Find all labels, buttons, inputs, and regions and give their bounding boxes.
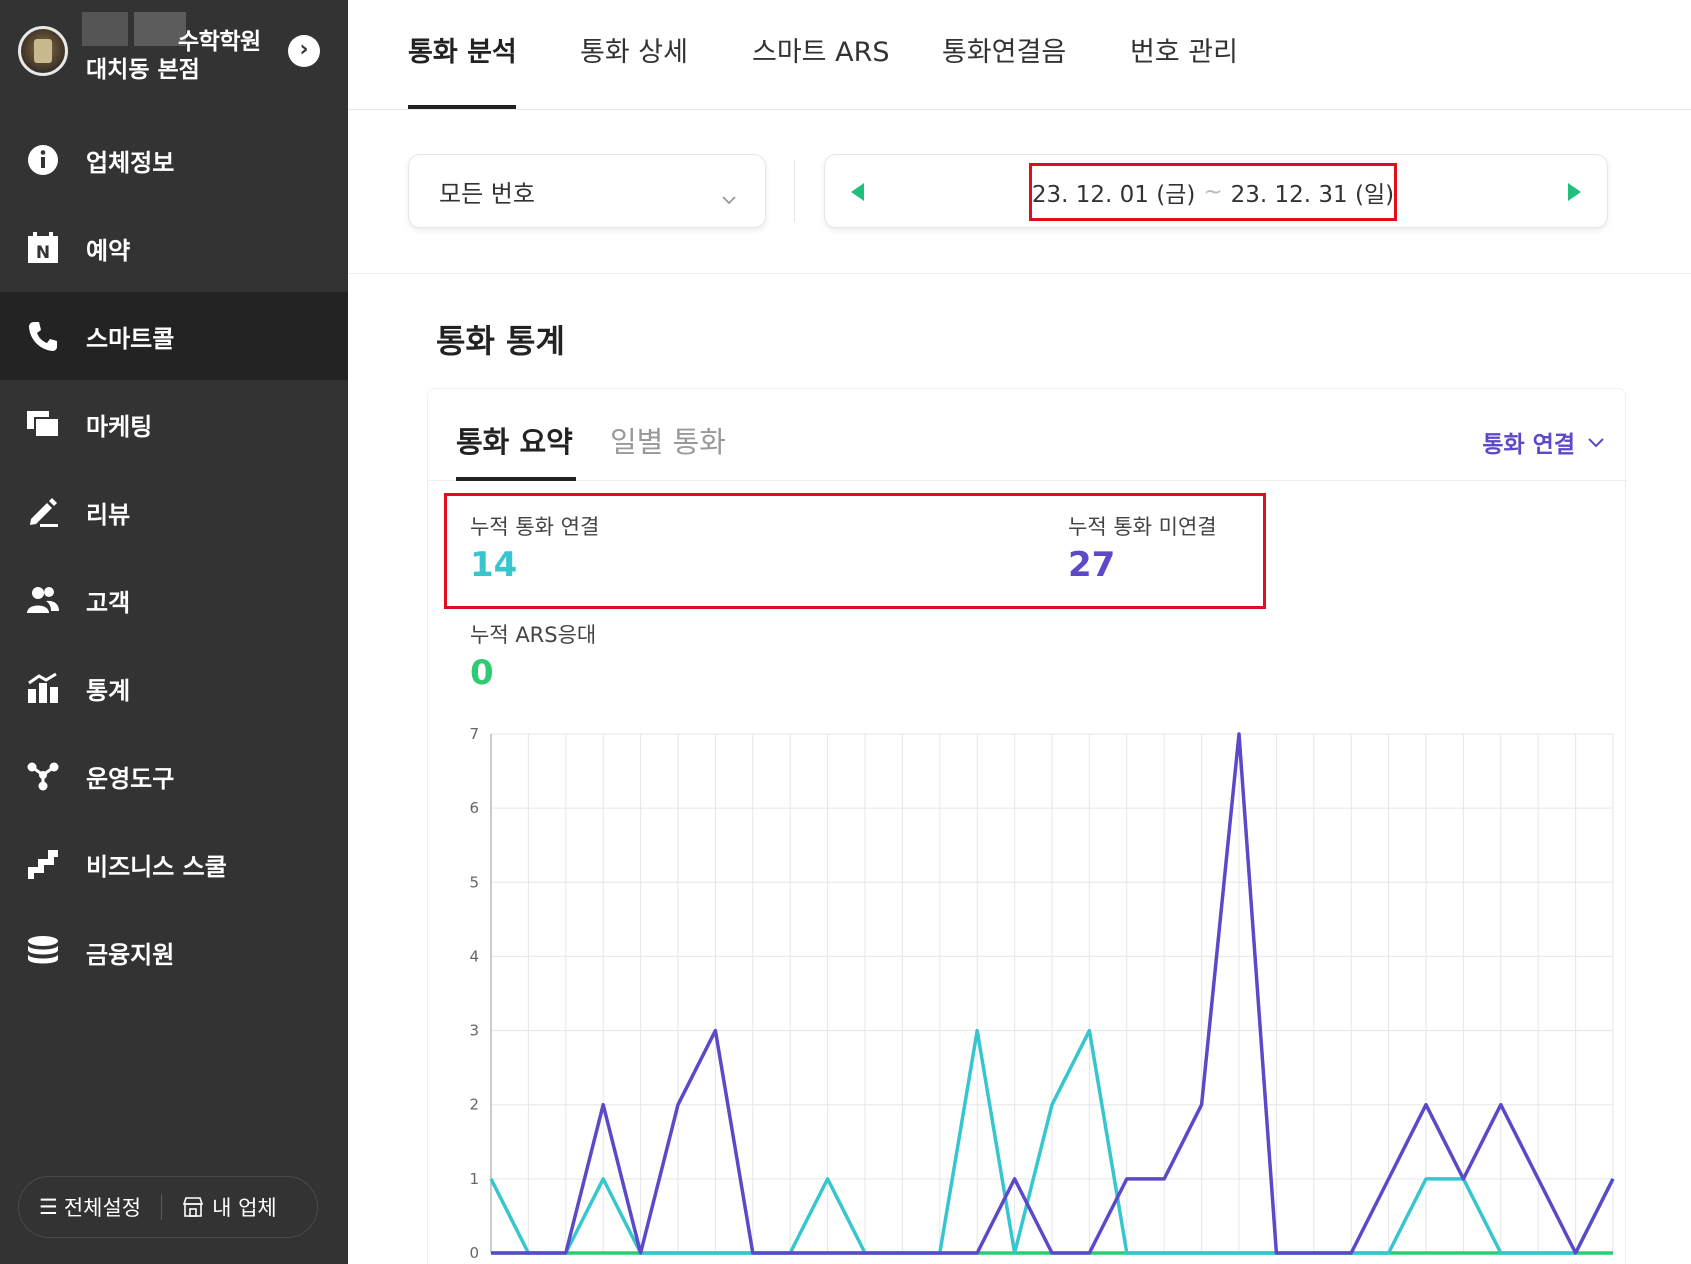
sidebar-item-label: 운영도구: [86, 764, 175, 793]
sidebar-item-marketing[interactable]: 마케팅: [0, 380, 348, 468]
business-avatar: [18, 26, 68, 76]
stat-ars: 누적 ARS응대 0: [470, 619, 596, 693]
tab-smart-ars[interactable]: 스마트 ARS: [752, 30, 889, 69]
y-tick-label: 0: [469, 1244, 479, 1262]
settings-button[interactable]: ☰ 전체설정: [19, 1192, 161, 1222]
date-start: 23. 12. 01 (금): [1031, 182, 1196, 208]
filter-bar: 모든 번호 23. 12. 01 (금) ~ 23. 12. 31 (일): [348, 110, 1691, 274]
sidebar-item-label: 리뷰: [86, 500, 131, 529]
date-separator: ~: [1203, 179, 1223, 205]
tab-number-management[interactable]: 번호 관리: [1130, 30, 1238, 69]
sidebar-item-label: 비즈니스 스쿨: [86, 852, 227, 881]
stat-label: 누적 ARS응대: [470, 623, 597, 647]
stat-value: 0: [470, 653, 494, 693]
menu-icon: ☰: [39, 1195, 58, 1219]
chevron-right-icon[interactable]: ›: [288, 35, 320, 67]
date-range-picker: 23. 12. 01 (금) ~ 23. 12. 31 (일): [824, 154, 1608, 228]
sidebar-item-stats[interactable]: 통계: [0, 644, 348, 732]
number-select-value: 모든 번호: [439, 179, 535, 208]
sidebar-item-business-school[interactable]: 비즈니스 스쿨: [0, 820, 348, 908]
my-business-button[interactable]: 내 업체: [162, 1192, 297, 1222]
tab-ringback-tone[interactable]: 통화연결음: [942, 30, 1066, 69]
stairs-icon: [26, 847, 60, 881]
sidebar-nav: 업체정보 N 예약 스마트콜 마케팅 리뷰 고객 통계 운영도구 비즈니스 스쿨…: [0, 116, 348, 996]
divider: [794, 160, 795, 222]
sidebar: 수학학원 대치동 본점 › 업체정보 N 예약 스마트콜 마케팅 리뷰 고객 통…: [0, 0, 348, 1264]
my-business-label: 내 업체: [212, 1196, 277, 1220]
sidebar-item-label: 예약: [86, 236, 131, 265]
users-icon: [26, 583, 60, 617]
card-tabs: 통화 요약 일별 통화 통화 연결: [428, 389, 1627, 481]
chevron-down-icon: [1587, 437, 1605, 448]
database-icon: [26, 935, 60, 969]
phone-icon: [26, 319, 60, 353]
sidebar-item-smartcall[interactable]: 스마트콜: [0, 292, 348, 380]
tab-call-detail[interactable]: 통화 상세: [580, 30, 688, 69]
y-tick-label: 3: [469, 1022, 479, 1040]
share-nodes-icon: [26, 759, 60, 793]
app: 수학학원 대치동 본점 › 업체정보 N 예약 스마트콜 마케팅 리뷰 고객 통…: [0, 0, 1691, 1264]
sidebar-item-review[interactable]: 리뷰: [0, 468, 348, 556]
date-range-display[interactable]: 23. 12. 01 (금) ~ 23. 12. 31 (일): [1029, 163, 1397, 221]
connection-filter-label: 통화 연결: [1482, 432, 1575, 458]
y-tick-label: 7: [469, 725, 479, 743]
section-title: 통화 통계: [436, 322, 565, 360]
next-month-icon[interactable]: [1568, 183, 1581, 201]
active-tab-indicator: [408, 105, 516, 109]
y-tick-label: 5: [469, 873, 479, 891]
stat-label: 누적 통화 연결: [470, 515, 600, 539]
y-tick-label: 4: [469, 947, 479, 965]
sidebar-item-reservation[interactable]: N 예약: [0, 204, 348, 292]
business-switcher[interactable]: 수학학원 대치동 본점 ›: [18, 12, 338, 102]
sidebar-item-label: 마케팅: [86, 412, 153, 441]
prev-month-icon[interactable]: [851, 183, 864, 201]
stats-icon: [26, 671, 60, 705]
chevron-down-icon: [721, 183, 737, 211]
sidebar-item-customers[interactable]: 고객: [0, 556, 348, 644]
y-tick-label: 1: [469, 1170, 479, 1188]
date-end: 23. 12. 31 (일): [1230, 182, 1395, 208]
business-branch: 대치동 본점: [86, 57, 200, 83]
stat-missed: 누적 통화 미연결 27: [1068, 511, 1217, 585]
marketing-icon: [26, 407, 60, 441]
sidebar-item-label: 업체정보: [86, 148, 175, 177]
settings-label: 전체설정: [63, 1196, 142, 1220]
sidebar-bottom-bar: ☰ 전체설정 내 업체: [18, 1176, 318, 1238]
sidebar-item-label: 스마트콜: [86, 324, 175, 353]
naver-calendar-icon: N: [26, 231, 60, 265]
sidebar-item-finance[interactable]: 금융지원: [0, 908, 348, 996]
sidebar-item-label: 통계: [86, 676, 131, 705]
connection-filter-dropdown[interactable]: 통화 연결: [1482, 425, 1605, 459]
y-tick-label: 6: [469, 799, 479, 817]
y-tick-label: 2: [469, 1096, 479, 1114]
tab-daily-calls[interactable]: 일별 통화: [610, 419, 726, 461]
stat-connected: 누적 통화 연결 14: [470, 511, 599, 585]
tab-call-summary[interactable]: 통화 요약: [456, 419, 573, 461]
number-select[interactable]: 모든 번호: [408, 154, 766, 228]
svg-text:N: N: [36, 243, 50, 263]
top-tabs: 통화 분석 통화 상세 스마트 ARS 통화연결음 번호 관리: [348, 0, 1691, 110]
pencil-icon: [26, 495, 60, 529]
daily-call-line-chart: 0 1 2 3 4 5 6 7: [469, 725, 1615, 1262]
stat-value: 27: [1068, 545, 1116, 585]
info-icon: [26, 143, 60, 177]
redacted-block: [82, 12, 128, 46]
tab-call-analysis[interactable]: 통화 분석: [408, 30, 517, 69]
stat-label: 누적 통화 미연결: [1068, 515, 1217, 539]
sidebar-item-business-info[interactable]: 업체정보: [0, 116, 348, 204]
sidebar-item-label: 금융지원: [86, 940, 175, 969]
active-tab-indicator: [456, 477, 576, 481]
stat-value: 14: [470, 545, 518, 585]
sidebar-item-tools[interactable]: 운영도구: [0, 732, 348, 820]
sidebar-item-label: 고객: [86, 588, 131, 617]
store-icon: [182, 1196, 204, 1218]
